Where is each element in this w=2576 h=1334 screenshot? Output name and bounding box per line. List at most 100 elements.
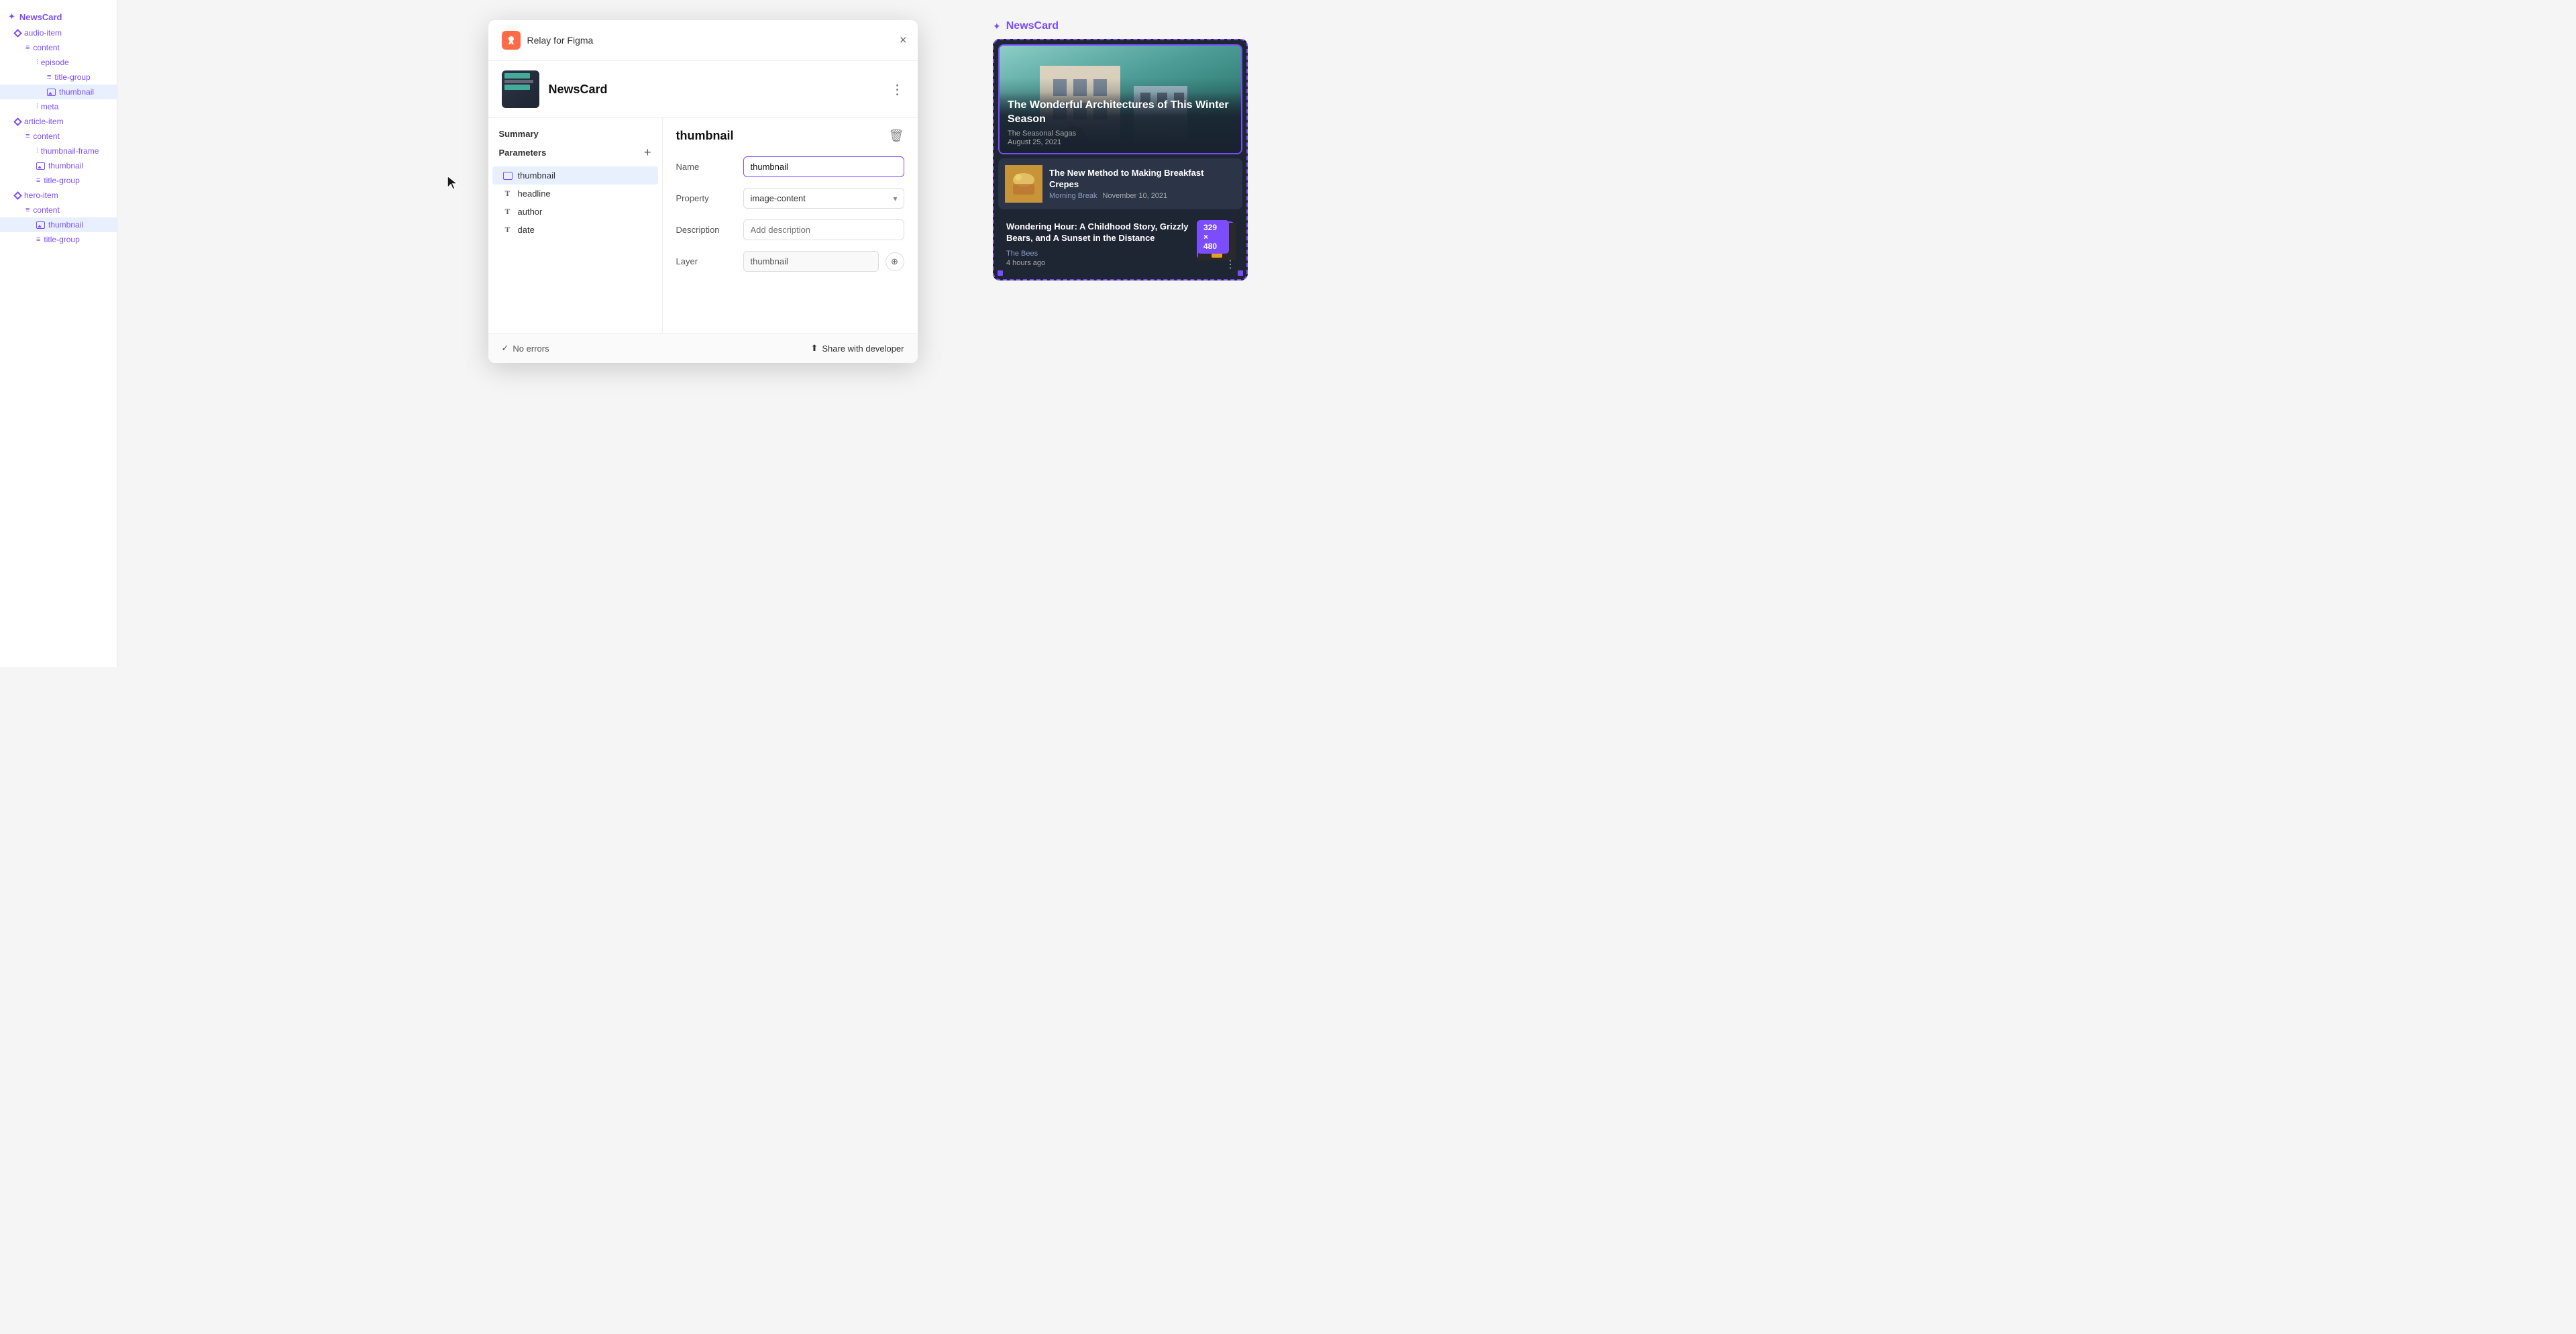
bottom-card: Wondering Hour: A Childhood Story, Grizz…: [998, 213, 1242, 275]
no-errors-label: No errors: [513, 344, 549, 354]
sidebar-item-label: title-group: [44, 235, 79, 244]
newscard-preview-container: The Wonderful Architectures of This Wint…: [993, 39, 1248, 280]
sidebar-item-hero-item[interactable]: hero-item: [0, 188, 117, 203]
param-headline[interactable]: T headline: [492, 185, 658, 203]
layer-value: thumbnail: [743, 251, 879, 272]
relay-dialog: Relay for Figma × NewsCard ⋮ Summary Par…: [488, 20, 918, 363]
image-icon: [36, 162, 45, 170]
sidebar-root-newscard[interactable]: ✦ NewsCard: [0, 8, 117, 25]
sidebar-item-meta[interactable]: ⫶ meta: [0, 99, 117, 114]
sidebar-item-thumbnail-3[interactable]: thumbnail: [0, 217, 117, 232]
diamond-outline-icon: [13, 29, 22, 38]
sidebar-item-content-2[interactable]: ≡ content: [0, 129, 117, 144]
param-author[interactable]: T author: [492, 203, 658, 221]
bottom-card-menu[interactable]: ⋮: [1225, 258, 1236, 271]
image-param-icon: [503, 172, 513, 180]
sidebar-item-title-group-3[interactable]: ≡ title-group: [0, 232, 117, 247]
bars-icon: ⫶: [36, 147, 38, 156]
param-thumbnail[interactable]: thumbnail: [492, 166, 658, 185]
diamond-outline-icon: [13, 117, 22, 126]
sidebar: ✦ NewsCard audio-item ≡ content ⫶ episod…: [0, 0, 117, 667]
bottom-thumb-area: 329 × 480: [1197, 221, 1234, 259]
sidebar-item-label: title-group: [54, 72, 90, 82]
bars-icon: ⫶: [36, 103, 38, 111]
text-param-icon: T: [503, 207, 513, 217]
relay-logo: [502, 31, 521, 50]
component-menu-button[interactable]: ⋮: [891, 81, 904, 98]
description-field-row: Description: [676, 219, 904, 240]
preview-title-row: ✦ NewsCard: [993, 20, 1248, 32]
cursor: [446, 174, 460, 194]
bars-icon: ⫶: [36, 58, 38, 67]
layer-target-icon[interactable]: ⊕: [885, 252, 904, 271]
share-label: Share with developer: [822, 344, 904, 354]
preview-panel: ✦ NewsCard: [993, 20, 1248, 280]
sidebar-item-title-group-1[interactable]: ≡ title-group: [0, 70, 117, 85]
params-title: Parameters: [499, 148, 547, 158]
sidebar-item-content-1[interactable]: ≡ content: [0, 40, 117, 55]
lines-icon: ≡: [36, 176, 40, 185]
property-field-row: Property image-content fill src ▾: [676, 188, 904, 209]
sidebar-item-label: content: [33, 132, 59, 141]
dialog-footer: ✓ No errors ⬆ Share with developer: [488, 333, 918, 363]
params-header: Parameters +: [488, 146, 662, 166]
delete-button[interactable]: 🗑: [889, 129, 904, 143]
sidebar-item-thumbnail-frame[interactable]: ⫶ thumbnail-frame: [0, 144, 117, 158]
corner-handle-br: [1238, 270, 1243, 276]
dialog-left-panel: Summary Parameters + thumbnail T headlin…: [488, 118, 663, 333]
article-source: Morning Break: [1049, 192, 1097, 200]
lines-icon: ≡: [36, 236, 40, 244]
sidebar-item-content-3[interactable]: ≡ content: [0, 203, 117, 217]
article-date: November 10, 2021: [1103, 192, 1168, 200]
description-input[interactable]: [743, 219, 904, 240]
relay-close-button[interactable]: ×: [900, 34, 907, 48]
name-field-label: Name: [676, 162, 737, 172]
layer-field-inner: thumbnail ⊕: [743, 251, 904, 272]
param-label: thumbnail: [518, 170, 555, 181]
article-text: The New Method to Making Breakfast Crepe…: [1049, 168, 1236, 201]
param-date[interactable]: T date: [492, 221, 658, 239]
add-param-button[interactable]: +: [644, 146, 651, 160]
hero-source: The Seasonal Sagas: [1008, 130, 1233, 138]
sidebar-item-label: thumbnail: [48, 220, 83, 229]
param-label: author: [518, 207, 543, 217]
size-badge: 329 × 480: [1197, 220, 1229, 254]
property-select[interactable]: image-content fill src: [743, 188, 904, 209]
name-field-row: Name: [676, 156, 904, 177]
sidebar-item-article-item[interactable]: article-item: [0, 114, 117, 129]
description-field-label: Description: [676, 225, 737, 235]
text-param-icon: T: [503, 225, 513, 235]
sidebar-item-thumbnail-1[interactable]: thumbnail: [0, 85, 117, 99]
sidebar-item-episode[interactable]: ⫶ episode: [0, 55, 117, 70]
dialog-body: Summary Parameters + thumbnail T headlin…: [488, 118, 918, 333]
hero-text-overlay: The Wonderful Architectures of This Wint…: [1000, 92, 1241, 153]
lines-icon: ≡: [25, 132, 30, 140]
article-card: The New Method to Making Breakfast Crepe…: [998, 158, 1242, 209]
sidebar-item-thumbnail-2[interactable]: thumbnail: [0, 158, 117, 173]
article-meta: Morning Break November 10, 2021: [1049, 192, 1236, 200]
property-select-wrapper: image-content fill src ▾: [743, 188, 904, 209]
sidebar-item-title-group-2[interactable]: ≡ title-group: [0, 173, 117, 188]
hero-date: August 25, 2021: [1008, 138, 1233, 146]
preview-title: NewsCard: [1006, 20, 1059, 32]
hero-headline: The Wonderful Architectures of This Wint…: [1008, 99, 1233, 127]
lines-icon: ≡: [25, 206, 30, 214]
sidebar-item-label: content: [33, 43, 59, 52]
no-errors-status: ✓ No errors: [502, 343, 549, 354]
sidebar-item-audio-item[interactable]: audio-item: [0, 25, 117, 40]
sidebar-item-label: meta: [41, 102, 59, 111]
bottom-text: Wondering Hour: A Childhood Story, Grizz…: [1006, 221, 1190, 267]
article-thumbnail: [1005, 165, 1042, 203]
image-icon: [36, 221, 45, 229]
relay-dialog-header: Relay for Figma ×: [488, 20, 918, 61]
sidebar-item-label: episode: [41, 58, 69, 67]
share-with-developer-button[interactable]: ⬆ Share with developer: [810, 343, 904, 354]
sidebar-item-label: audio-item: [24, 28, 62, 38]
component-preview-row: NewsCard ⋮: [488, 61, 918, 118]
name-input[interactable]: [743, 156, 904, 177]
sidebar-item-label: article-item: [24, 117, 64, 126]
sidebar-item-label: title-group: [44, 176, 79, 185]
bottom-headline: Wondering Hour: A Childhood Story, Grizz…: [1006, 221, 1190, 244]
layer-field-row: Layer thumbnail ⊕: [676, 251, 904, 272]
bottom-time: 4 hours ago: [1006, 259, 1190, 267]
